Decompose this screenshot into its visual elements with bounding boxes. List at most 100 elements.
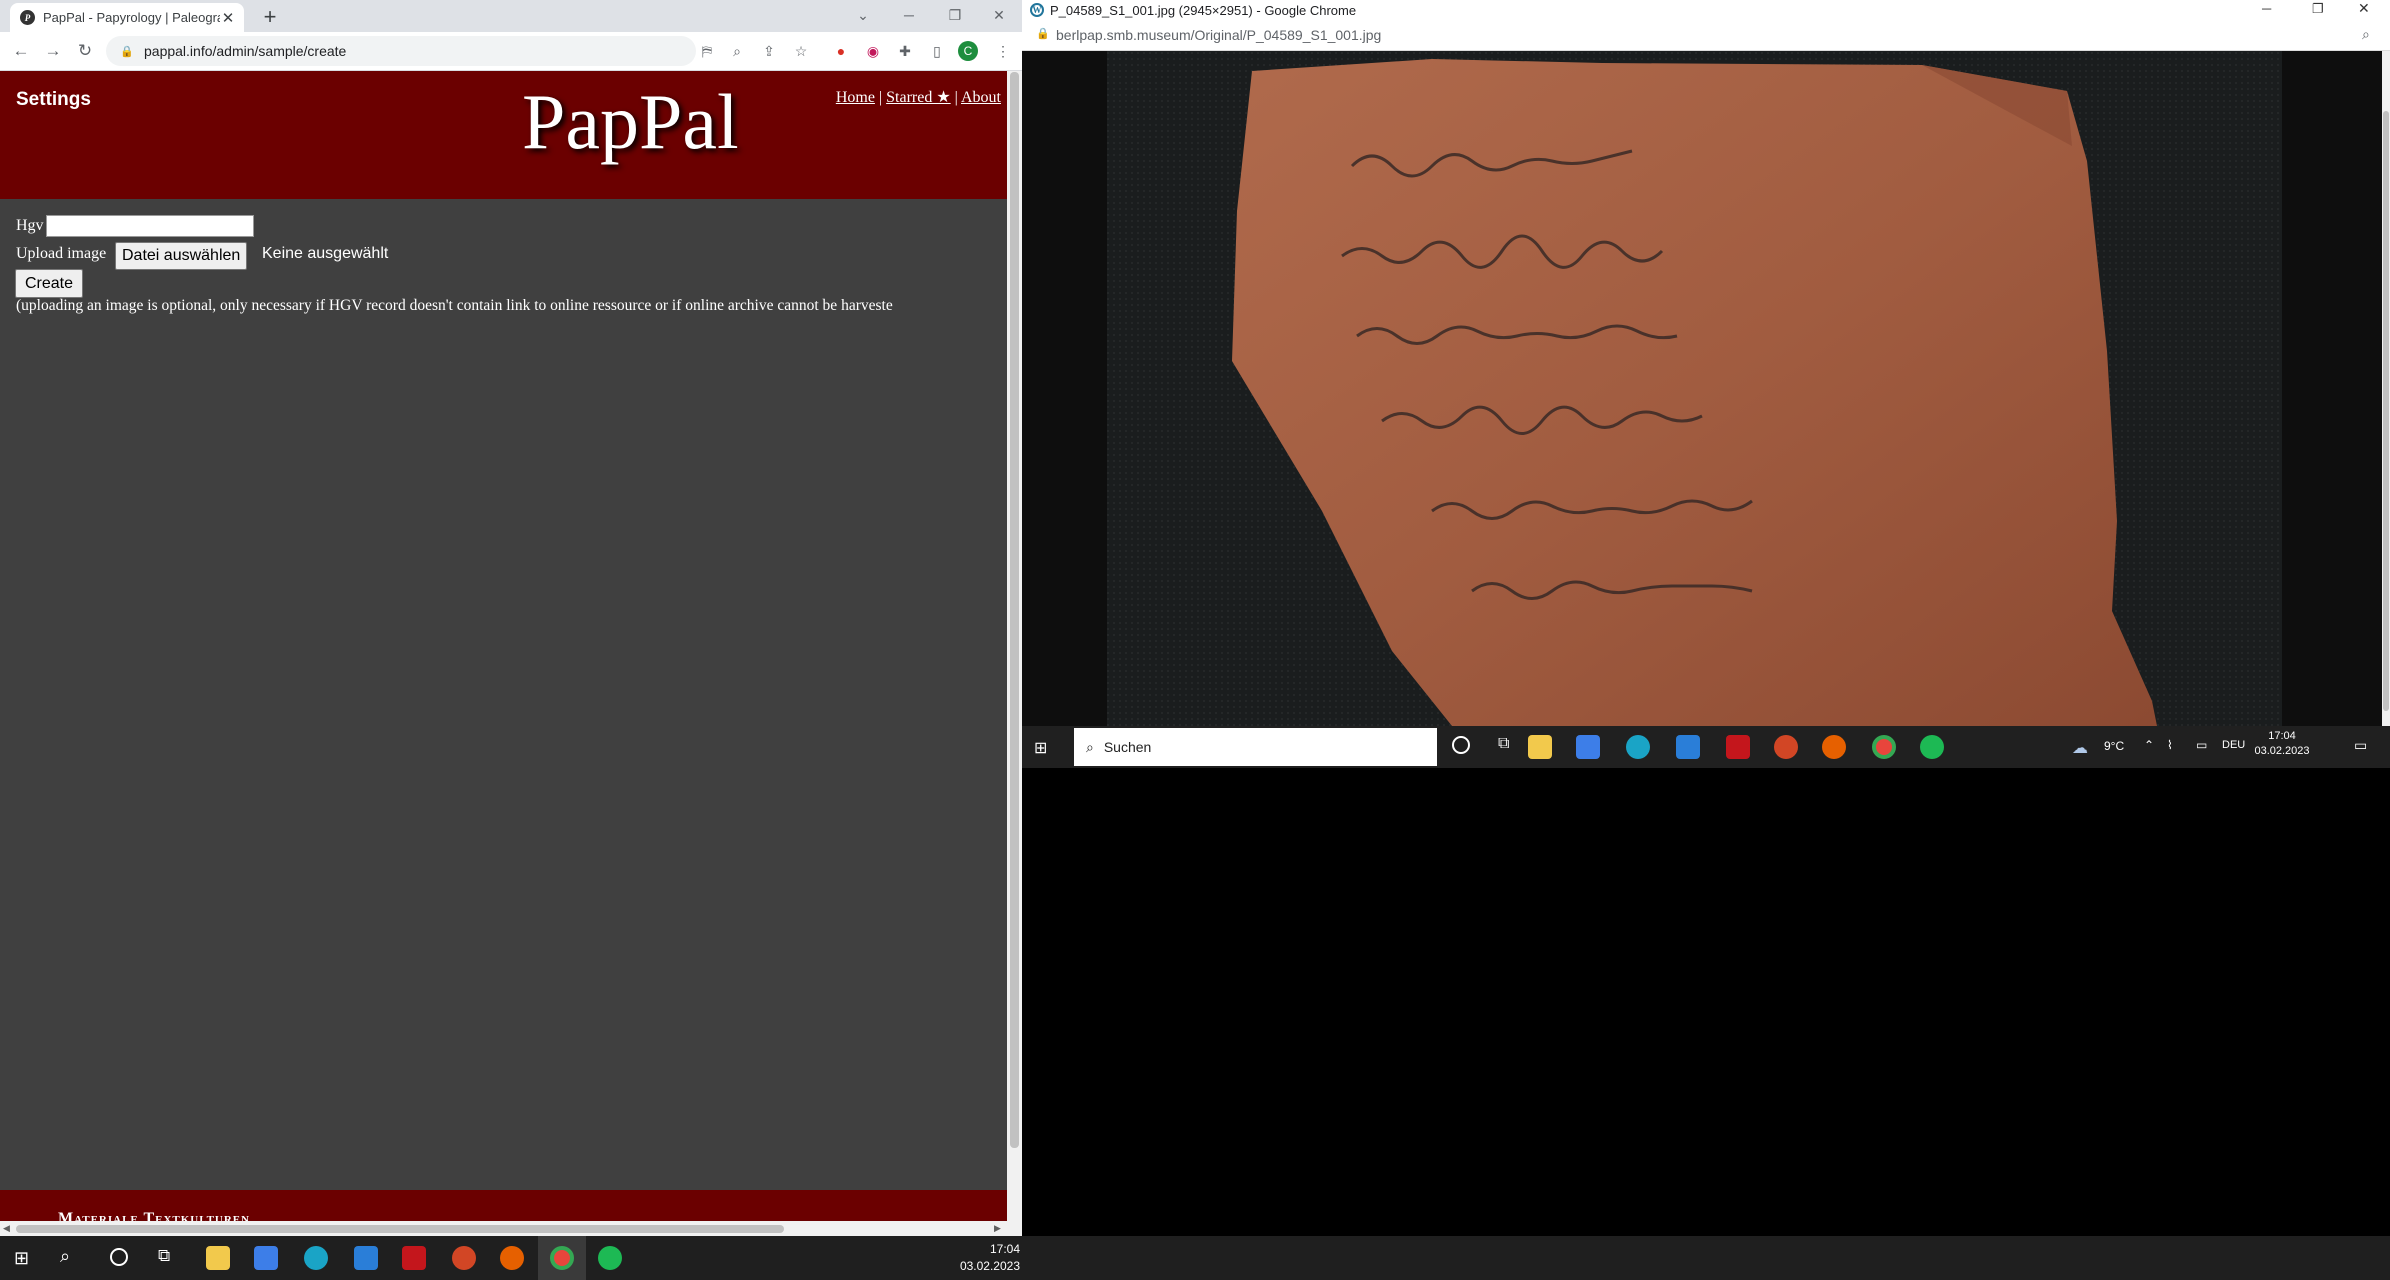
search-icon: ⌕ bbox=[1086, 738, 1094, 755]
taskbar-clock[interactable]: 17:04 03.02.2023 bbox=[930, 1241, 1020, 1275]
acrobat-icon[interactable] bbox=[1726, 735, 1750, 759]
upload-label: Upload image bbox=[16, 245, 107, 262]
hgv-label: Hgv bbox=[16, 217, 44, 234]
scroll-right-icon[interactable]: ▶ bbox=[994, 1223, 1001, 1234]
site-nav: Home | Starred ★ | About bbox=[836, 87, 1001, 107]
browser-toolbar: ← → ↻ 🔒 pappal.info/admin/sample/create … bbox=[0, 32, 1022, 71]
powerpoint-icon[interactable] bbox=[1774, 735, 1798, 759]
window-title-bar: W P_04589_S1_001.jpg (2945×2951) - Googl… bbox=[1022, 0, 2390, 22]
edge-icon[interactable] bbox=[304, 1246, 328, 1270]
firefox-icon[interactable] bbox=[1822, 735, 1846, 759]
back-icon[interactable]: ← bbox=[8, 38, 34, 64]
site-logo: PapPal bbox=[522, 78, 739, 165]
zoom-icon[interactable]: ⌕ bbox=[2362, 26, 2370, 43]
new-tab-icon[interactable]: + bbox=[256, 4, 284, 30]
settings-link[interactable]: Settings bbox=[16, 89, 91, 111]
horizontal-scrollbar[interactable]: ◀ ▶ bbox=[0, 1221, 1007, 1236]
close-window-icon[interactable]: ✕ bbox=[976, 0, 1022, 30]
tab-search-icon[interactable]: ⌄ bbox=[840, 0, 886, 30]
choose-file-button[interactable]: Datei auswählen bbox=[115, 242, 248, 270]
right-browser-window: W P_04589_S1_001.jpg (2945×2951) - Googl… bbox=[1022, 0, 2390, 726]
close-window-icon[interactable]: ✕ bbox=[2358, 0, 2370, 17]
store-icon[interactable] bbox=[254, 1246, 278, 1270]
translate-icon[interactable]: ⛿ bbox=[696, 40, 718, 62]
wordpress-icon: W bbox=[1030, 3, 1044, 17]
chrome-icon[interactable] bbox=[1872, 735, 1896, 759]
nav-home[interactable]: Home bbox=[836, 89, 875, 106]
vertical-scrollbar[interactable] bbox=[2382, 51, 2390, 726]
side-panel-icon[interactable]: ▯ bbox=[926, 40, 948, 62]
image-viewer bbox=[1022, 51, 2382, 726]
taskbar-search[interactable]: ⌕ Suchen bbox=[1074, 728, 1437, 766]
ostracon-image bbox=[1107, 51, 2282, 726]
nav-separator: | bbox=[878, 89, 883, 106]
battery-icon[interactable]: ▭ bbox=[2196, 738, 2207, 752]
mail-icon[interactable] bbox=[354, 1246, 378, 1270]
weather-temp[interactable]: 9°C bbox=[2104, 739, 2124, 753]
file-explorer-icon[interactable] bbox=[206, 1246, 230, 1270]
clock-time: 17:04 bbox=[989, 1242, 1020, 1256]
vertical-scroll-thumb[interactable] bbox=[2383, 111, 2389, 711]
url-text: pappal.info/admin/sample/create bbox=[144, 43, 347, 59]
cortana-icon[interactable] bbox=[1452, 736, 1470, 754]
chevron-up-icon[interactable]: ⌃ bbox=[2144, 738, 2154, 752]
spotify-icon[interactable] bbox=[598, 1246, 622, 1270]
tab-favicon: P bbox=[20, 10, 35, 25]
restore-icon[interactable]: ❐ bbox=[2312, 1, 2324, 17]
spotify-icon[interactable] bbox=[1920, 735, 1944, 759]
url-text: berlpap.smb.museum/Original/P_04589_S1_0… bbox=[1056, 27, 1382, 43]
search-placeholder: Suchen bbox=[1103, 739, 1152, 755]
minimize-icon[interactable]: ─ bbox=[2262, 1, 2271, 16]
firefox-icon[interactable] bbox=[500, 1246, 524, 1270]
store-icon[interactable] bbox=[1576, 735, 1600, 759]
taskbar-clock[interactable]: 17:04 03.02.2023 bbox=[2252, 729, 2312, 759]
restore-icon[interactable]: ❐ bbox=[932, 0, 978, 30]
address-bar[interactable]: 🔒 berlpap.smb.museum/Original/P_04589_S1… bbox=[1022, 22, 2390, 51]
menu-icon[interactable]: ⋮ bbox=[992, 40, 1014, 62]
reload-icon[interactable]: ↻ bbox=[72, 38, 98, 64]
nav-about[interactable]: About bbox=[961, 89, 1001, 106]
window-title: P_04589_S1_001.jpg (2945×2951) - Google … bbox=[1050, 3, 1357, 18]
zoom-icon[interactable]: ⌕ bbox=[726, 40, 748, 62]
mail-icon[interactable] bbox=[1676, 735, 1700, 759]
vertical-scrollbar[interactable] bbox=[1007, 71, 1022, 1236]
profile-avatar[interactable]: C bbox=[958, 41, 978, 61]
clock-time: 17:04 bbox=[2268, 730, 2296, 742]
extension-pink-icon[interactable]: ◉ bbox=[862, 40, 884, 62]
address-bar[interactable]: 🔒 pappal.info/admin/sample/create bbox=[106, 36, 696, 66]
scroll-left-icon[interactable]: ◀ bbox=[3, 1223, 10, 1234]
file-explorer-icon[interactable] bbox=[1528, 735, 1552, 759]
horizontal-scroll-thumb[interactable] bbox=[16, 1225, 784, 1233]
notification-icon[interactable]: ▭ bbox=[2354, 737, 2367, 754]
network-icon[interactable]: ⌇ bbox=[2167, 738, 2173, 752]
hgv-input[interactable] bbox=[46, 215, 254, 237]
vertical-scroll-thumb[interactable] bbox=[1010, 72, 1019, 1148]
task-view-icon[interactable]: ⧉ bbox=[1498, 735, 1509, 753]
close-icon[interactable]: ✕ bbox=[220, 9, 236, 27]
lock-icon: 🔒 bbox=[1036, 28, 1050, 40]
create-button[interactable]: Create bbox=[15, 269, 84, 298]
edge-icon[interactable] bbox=[1626, 735, 1650, 759]
powerpoint-icon[interactable] bbox=[452, 1246, 476, 1270]
main-taskbar: ⊞ ⌕ ⧉ 17:04 03.02.2023 bbox=[0, 1236, 2390, 1280]
task-view-icon[interactable]: ⧉ bbox=[158, 1246, 170, 1266]
upload-note: (uploading an image is optional, only ne… bbox=[16, 297, 893, 314]
bookmark-star-icon[interactable]: ☆ bbox=[790, 40, 812, 62]
language-indicator[interactable]: DEU bbox=[2222, 739, 2245, 751]
search-icon[interactable]: ⌕ bbox=[60, 1246, 70, 1267]
nav-separator: | bbox=[954, 89, 958, 106]
extension-red-icon[interactable]: ● bbox=[830, 40, 852, 62]
chrome-icon[interactable] bbox=[550, 1246, 574, 1270]
clock-date: 03.02.2023 bbox=[959, 1259, 1020, 1273]
nav-starred[interactable]: Starred ★ bbox=[886, 89, 951, 106]
cortana-icon[interactable] bbox=[110, 1248, 128, 1266]
acrobat-icon[interactable] bbox=[402, 1246, 426, 1270]
windows-start-icon[interactable]: ⊞ bbox=[14, 1248, 29, 1269]
tab-pappal[interactable]: P PapPal - Papyrology | Paleograph ✕ bbox=[10, 3, 244, 32]
extensions-puzzle-icon[interactable]: ✚ bbox=[894, 40, 916, 62]
windows-start-icon[interactable]: ⊞ bbox=[1034, 738, 1052, 757]
forward-icon[interactable]: → bbox=[40, 38, 66, 64]
share-icon[interactable]: ⇪ bbox=[758, 40, 780, 62]
minimize-icon[interactable]: ─ bbox=[886, 0, 932, 30]
left-browser-window: P PapPal - Papyrology | Paleograph ✕ + ⌄… bbox=[0, 0, 1022, 1236]
